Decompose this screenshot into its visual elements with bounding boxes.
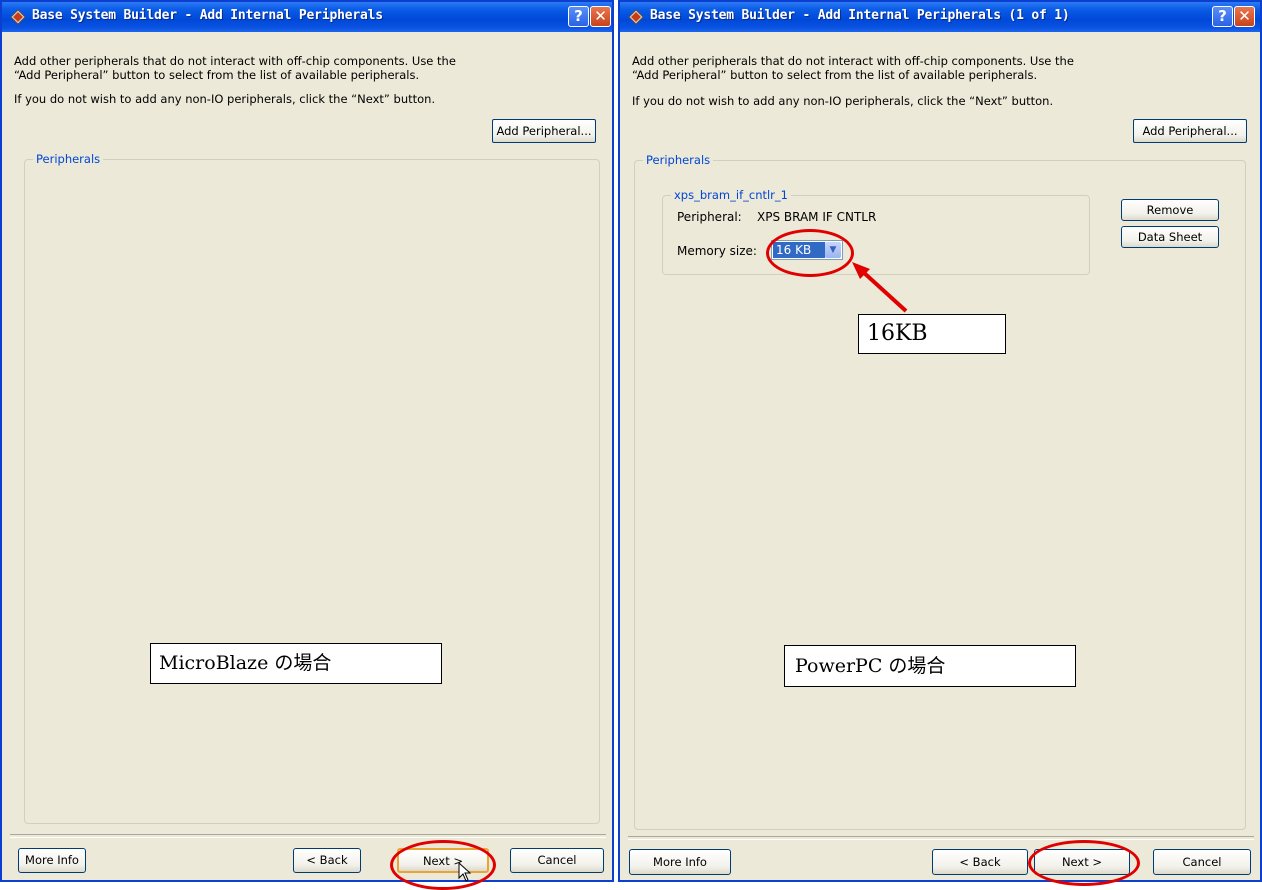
left-title-bar[interactable]: Base System Builder - Add Internal Perip… bbox=[2, 2, 612, 32]
cancel-label: Cancel bbox=[537, 853, 577, 867]
back-button[interactable]: < Back bbox=[932, 849, 1028, 875]
peripheral-instance-label: xps_bram_if_cntlr_1 bbox=[671, 188, 791, 202]
memory-size-label: Memory size: bbox=[677, 244, 757, 258]
cancel-button[interactable]: Cancel bbox=[1153, 849, 1251, 875]
right-title-bar[interactable]: Base System Builder - Add Internal Perip… bbox=[620, 2, 1260, 32]
cancel-button[interactable]: Cancel bbox=[510, 848, 604, 873]
left-description-line2: “Add Peripheral” button to select from t… bbox=[14, 68, 420, 82]
next-highlight-ring bbox=[390, 840, 496, 890]
data-sheet-button[interactable]: Data Sheet bbox=[1121, 226, 1219, 248]
peripherals-group-label: Peripherals bbox=[643, 153, 714, 167]
right-description-line3: If you do not wish to add any non-IO per… bbox=[632, 94, 1054, 108]
back-label: < Back bbox=[959, 855, 1001, 869]
right-description-line1: Add other peripherals that do not intera… bbox=[632, 54, 1074, 68]
close-icon[interactable]: ✕ bbox=[590, 6, 611, 27]
back-button[interactable]: < Back bbox=[293, 848, 361, 873]
add-peripheral-label: Add Peripheral... bbox=[1142, 124, 1238, 138]
footer-separator bbox=[10, 834, 606, 838]
right-description-line2: “Add Peripheral” button to select from t… bbox=[632, 68, 1038, 82]
help-icon[interactable]: ? bbox=[568, 6, 589, 27]
more-info-button[interactable]: More Info bbox=[18, 848, 86, 873]
arrow-icon bbox=[852, 262, 908, 313]
left-description-line3: If you do not wish to add any non-IO per… bbox=[14, 92, 436, 106]
more-info-button[interactable]: More Info bbox=[629, 849, 731, 875]
remove-label: Remove bbox=[1146, 203, 1194, 217]
peripherals-group-label: Peripherals bbox=[33, 152, 104, 166]
close-icon[interactable]: ✕ bbox=[1234, 6, 1255, 27]
help-icon[interactable]: ? bbox=[1212, 6, 1233, 27]
add-peripheral-button[interactable]: Add Peripheral... bbox=[1133, 119, 1247, 143]
peripheral-value: XPS BRAM IF CNTLR bbox=[757, 210, 877, 224]
next-highlight-ring bbox=[1028, 840, 1140, 886]
more-info-label: More Info bbox=[25, 853, 79, 867]
microblaze-annotation: MicroBlaze の場合 bbox=[150, 643, 442, 684]
add-peripheral-button[interactable]: Add Peripheral... bbox=[492, 119, 596, 143]
xilinx-app-icon bbox=[628, 9, 644, 25]
left-description-line1: Add other peripherals that do not intera… bbox=[14, 54, 456, 68]
add-peripheral-label: Add Peripheral... bbox=[496, 124, 592, 138]
left-dialog-window: Base System Builder - Add Internal Perip… bbox=[0, 0, 614, 890]
mouse-cursor-icon bbox=[458, 862, 472, 882]
powerpc-annotation: PowerPC の場合 bbox=[784, 645, 1076, 687]
data-sheet-label: Data Sheet bbox=[1137, 230, 1203, 244]
back-label: < Back bbox=[306, 853, 348, 867]
xilinx-app-icon bbox=[10, 9, 26, 25]
remove-button[interactable]: Remove bbox=[1121, 199, 1219, 221]
more-info-label: More Info bbox=[653, 855, 707, 869]
peripherals-group: Peripherals bbox=[24, 152, 600, 824]
right-dialog-window: Base System Builder - Add Internal Perip… bbox=[618, 0, 1262, 886]
peripheral-label: Peripheral: bbox=[677, 210, 742, 224]
footer-separator bbox=[628, 836, 1254, 840]
memory-size-callout: 16KB bbox=[858, 314, 1006, 354]
right-window-title: Base System Builder - Add Internal Perip… bbox=[650, 8, 1070, 23]
cancel-label: Cancel bbox=[1182, 855, 1222, 869]
left-window-title: Base System Builder - Add Internal Perip… bbox=[32, 8, 383, 23]
